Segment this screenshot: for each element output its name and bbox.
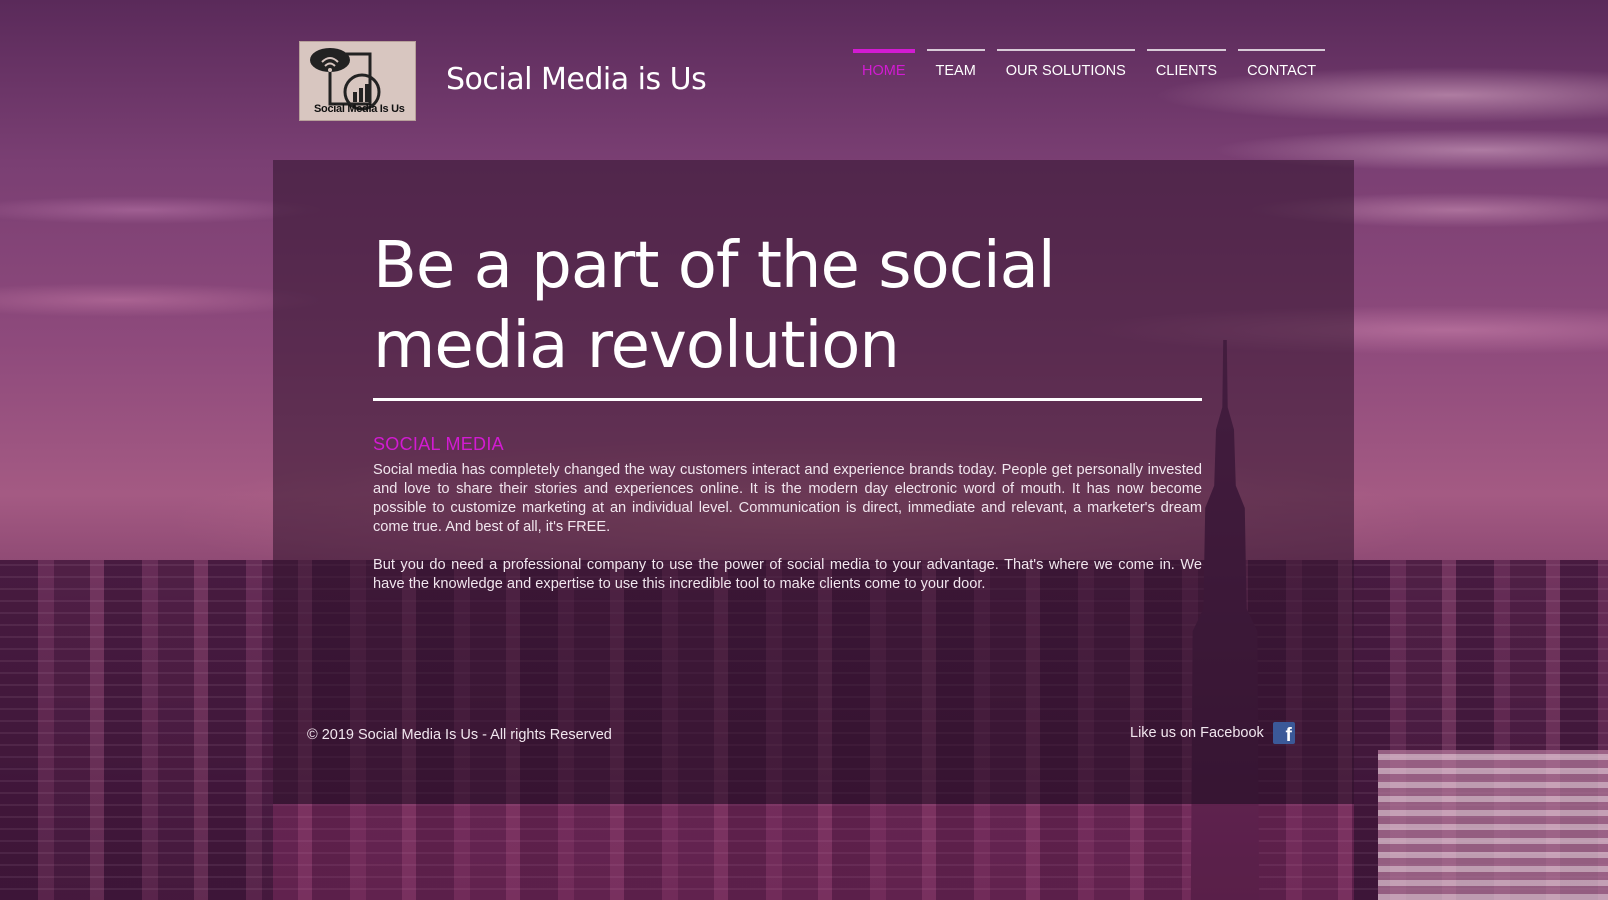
divider [373,398,1202,401]
hero-headline-line1: Be a part of the social [373,229,1056,303]
footer-band [273,804,1354,900]
nav-item-team[interactable]: TEAM [926,49,985,79]
hero-headline-line2: media revolution [373,309,900,383]
facebook-link[interactable]: Like us on Facebook f [1130,722,1295,745]
intro-paragraph: Social media has completely changed the … [373,462,1202,535]
nav-item-clients[interactable]: CLIENTS [1146,49,1227,79]
facebook-icon[interactable]: f [1272,722,1295,745]
hero-headline: Be a part of the social media revolution [373,226,1173,386]
facebook-label[interactable]: Like us on Facebook [1130,725,1264,741]
logo-text: Social Media Is Us [314,103,405,115]
nav-item-our-solutions[interactable]: OUR SOLUTIONS [996,49,1135,79]
copyright-text: © 2019 Social Media Is Us - All rights R… [307,727,612,743]
site-logo[interactable]: Social Media Is Us [299,41,416,121]
main-nav: HOME TEAM OUR SOLUTIONS CLIENTS CONTACT [853,49,1326,79]
nav-item-home[interactable]: HOME [853,49,915,79]
site-title[interactable]: Social Media is Us [446,62,707,97]
nav-item-contact[interactable]: CONTACT [1238,49,1326,79]
pitch-paragraph: But you do need a professional company t… [373,557,1202,592]
background-building [1378,750,1608,900]
section-title: SOCIAL MEDIA [373,434,504,454]
